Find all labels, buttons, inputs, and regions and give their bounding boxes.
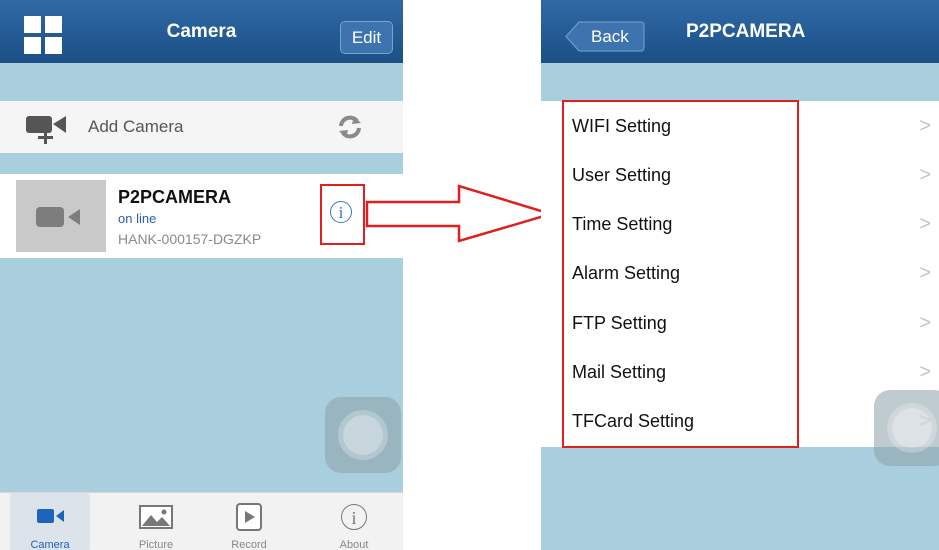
picture-icon [139,505,173,529]
edit-button[interactable]: Edit [340,21,393,54]
nav-bar: Back P2PCAMERA [541,0,939,63]
record-icon [236,503,262,531]
assistive-touch-button[interactable] [874,390,939,466]
camera-status: on line [118,211,157,226]
page-title: P2PCAMERA [686,21,806,42]
chevron-right-icon: > [919,115,931,137]
back-button[interactable]: Back [591,21,629,52]
tab-picture[interactable]: Picture [116,493,196,550]
chevron-right-icon: > [919,213,931,235]
tab-camera[interactable]: Camera [10,493,90,550]
assistive-touch-button[interactable] [325,397,401,473]
video-camera-icon [36,207,80,227]
camera-name: P2PCAMERA [118,187,232,207]
video-camera-icon [37,509,64,523]
info-icon: i [341,504,367,530]
add-camera-icon [26,116,66,144]
tab-label: Camera [30,539,70,550]
tab-about[interactable]: i About [314,493,394,550]
tab-bar: Camera Picture Record i About [0,492,403,550]
tab-record[interactable]: Record [209,493,289,550]
chevron-right-icon: > [919,164,931,186]
camera-id: HANK-000157-DGZKP [118,231,262,247]
add-camera-row[interactable]: Add Camera [0,101,403,153]
camera-list-screen: Camera Edit Add Camera P2PCAMERA on line… [0,0,403,550]
chevron-right-icon: > [919,262,931,284]
camera-settings-screen: Back P2PCAMERA WIFI Setting > User Setti… [541,0,939,550]
refresh-icon[interactable] [337,114,363,140]
nav-bar: Camera Edit [0,0,403,63]
info-icon[interactable]: i [330,201,352,223]
add-camera-label: Add Camera [88,117,184,136]
camera-thumbnail [16,180,106,252]
tab-label: Picture [138,539,174,550]
tab-label: Record [231,539,267,550]
arrow-annotation-icon [365,184,554,243]
settings-highlight-box [562,100,799,448]
tab-label: About [339,539,369,550]
chevron-right-icon: > [919,312,931,334]
